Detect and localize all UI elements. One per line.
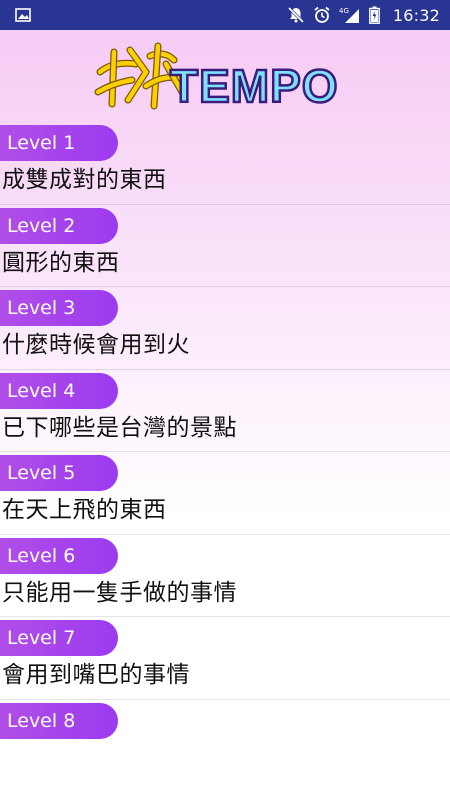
level-title: 圓形的東西 <box>2 249 120 276</box>
level-item-1[interactable]: Level 1 成雙成對的東西 <box>0 122 450 205</box>
level-title: 成雙成對的東西 <box>2 167 167 193</box>
app-logo: TEMPO <box>92 42 362 114</box>
battery-icon <box>369 6 381 24</box>
level-title: 在天上飛的東西 <box>2 497 167 523</box>
level-list: Level 1 成雙成對的東西 Level 2 圓形的東西 Level 3 什麼… <box>0 122 450 782</box>
level-badge: Level 6 <box>0 537 118 574</box>
level-badge: Level 2 <box>0 207 118 244</box>
level-badge: Level 4 <box>0 372 118 409</box>
level-badge: Level 7 <box>0 620 118 656</box>
level-item-6[interactable]: Level 6 只能用一隻手做的事情 <box>0 535 450 617</box>
level-title: 已下哪些是台灣的景點 <box>2 414 237 441</box>
image-icon <box>14 6 32 24</box>
signal-icon: 4G <box>339 6 361 24</box>
status-time: 16:32 <box>392 5 440 25</box>
level-title: 只能用一隻手做的事情 <box>2 579 237 606</box>
level-item-5[interactable]: Level 5 在天上飛的東西 <box>0 452 450 535</box>
status-left <box>14 6 287 24</box>
level-item-4[interactable]: Level 4 已下哪些是台灣的景點 <box>0 370 450 452</box>
level-badge: Level 1 <box>0 125 118 161</box>
mute-icon <box>287 6 305 24</box>
app-header: TEMPO <box>0 30 450 122</box>
level-title: 會用到嘴巴的事情 <box>2 662 190 688</box>
level-item-3[interactable]: Level 3 什麼時候會用到火 <box>0 287 450 370</box>
network-type: 4G <box>339 7 349 15</box>
status-bar: 4G 16:32 <box>0 0 450 30</box>
status-right: 4G 16:32 <box>287 6 440 25</box>
level-item-7[interactable]: Level 7 會用到嘴巴的事情 <box>0 617 450 700</box>
logo-text: TEMPO <box>170 60 339 112</box>
level-item-2[interactable]: Level 2 圓形的東西 <box>0 205 450 287</box>
level-item-8[interactable]: Level 8 <box>0 700 450 783</box>
level-badge: Level 3 <box>0 290 118 326</box>
level-badge: Level 8 <box>0 702 118 739</box>
alarm-icon <box>313 6 331 24</box>
level-title: 什麼時候會用到火 <box>2 332 190 358</box>
level-badge: Level 5 <box>0 455 118 491</box>
